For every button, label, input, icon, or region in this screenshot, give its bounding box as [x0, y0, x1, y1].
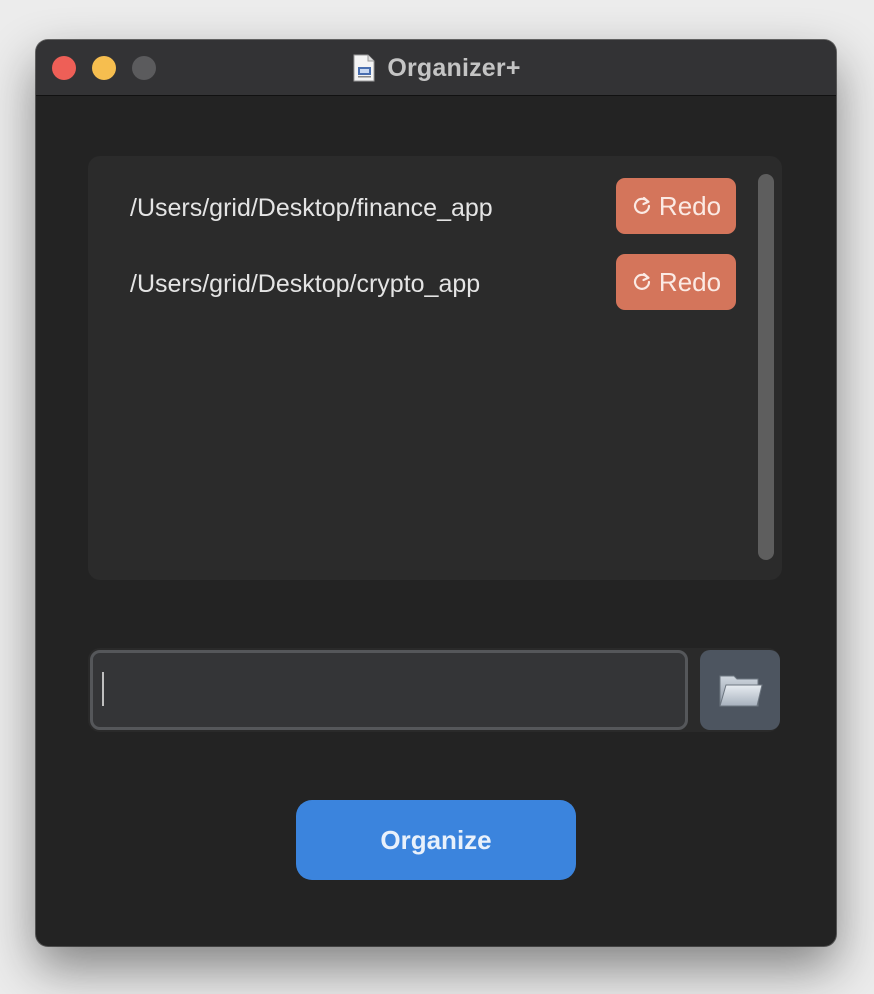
folder-path: /Users/grid/Desktop/crypto_app	[130, 270, 481, 298]
list-item: /Users/grid/Desktop/crypto_app Redo	[88, 156, 748, 310]
redo-label: Redo	[658, 266, 722, 297]
app-window: Organizer+ /Users/grid/Desktop/finance_a…	[36, 40, 836, 946]
list-scrollbar[interactable]	[758, 174, 774, 560]
folder-list: /Users/grid/Desktop/finance_app Redo /Us…	[88, 156, 782, 580]
close-window-button[interactable]	[52, 56, 76, 80]
organize-button[interactable]: Organize	[296, 800, 576, 880]
window-title: Organizer+	[387, 53, 521, 82]
redo-icon	[633, 272, 651, 290]
browse-folder-button[interactable]	[700, 650, 780, 730]
folder-icon	[719, 675, 763, 707]
folder-path-input[interactable]	[90, 650, 688, 730]
window-title-group: Organizer+	[36, 40, 836, 96]
text-caret	[102, 672, 104, 706]
title-bar[interactable]: Organizer+	[36, 40, 836, 96]
minimize-window-button[interactable]	[92, 56, 116, 80]
document-icon	[353, 54, 375, 82]
redo-button[interactable]: Redo	[616, 254, 736, 310]
zoom-window-button[interactable]	[132, 56, 156, 80]
